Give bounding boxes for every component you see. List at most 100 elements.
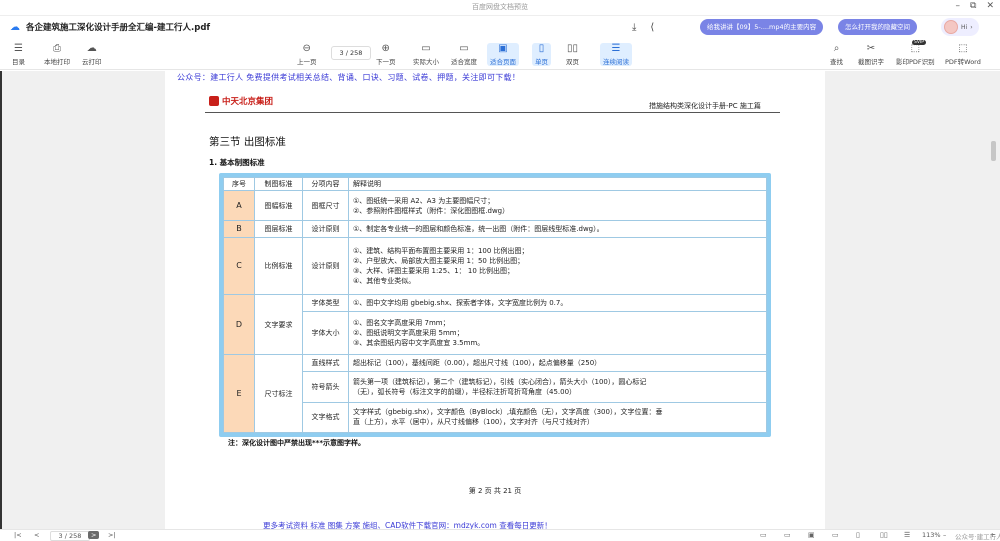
actual-size-label: 实际大小	[413, 58, 439, 66]
explanation-line: ②、图纸说明文字高度采用 5mm；	[353, 329, 464, 338]
row-subitem: 设计原则	[302, 237, 349, 295]
actual-size-button[interactable]: ▭ 实际大小	[413, 43, 439, 66]
actual-size-icon: ▭	[421, 43, 431, 54]
find-label: 查找	[830, 58, 843, 66]
cloud-print-button[interactable]: ☁ 云打印	[82, 43, 102, 66]
pdf-ocr-button[interactable]: ⬚ 影印PDF识别 SVIP	[896, 40, 935, 66]
table-row: B 图层标准 设计原则 ①、制定各专业统一的图层和颜色标准，统一出图（附件：图层…	[223, 220, 767, 239]
last-page-button[interactable]: >|	[108, 531, 116, 539]
cloud-printer-icon: ☁	[86, 43, 97, 54]
pdf-to-word-label: PDF转Word	[945, 58, 981, 66]
table-row: D 文字要求 字体类型 ①、图中文字均用 gbebig.shx、探索者字体，文字…	[223, 293, 767, 356]
view-mode-4-icon[interactable]: ▭	[832, 531, 839, 539]
next-page-button[interactable]: ⊕ 下一页	[376, 43, 396, 66]
cloud-print-label: 云打印	[82, 58, 102, 66]
explanation-line: 文字样式（gbebig.shx），文字颜色（ByBlock）,填充颜色（无），文…	[353, 408, 663, 417]
toc-button[interactable]: ☰ 目录	[12, 43, 25, 66]
page-input[interactable]: 3 / 258	[331, 46, 371, 60]
col-header-item: 分项内容	[302, 177, 349, 191]
double-page-label: 双页	[566, 58, 579, 66]
row-subitem: 图框尺寸	[302, 189, 349, 222]
arrow-left-circle-icon: ⊖	[302, 43, 311, 54]
restore-button[interactable]: ⧉	[970, 1, 976, 11]
fit-page-icon: ▣	[498, 43, 508, 54]
explanation-line: ①、图纸统一采用 A2、A3 为主要图幅尺寸；	[353, 196, 495, 205]
download-icon[interactable]: ⤓	[632, 22, 636, 33]
row-explanation: ①、建筑、结构平面布置图主要采用 1：100 比例出图； ②、户型放大、局部放大图…	[348, 237, 767, 295]
explanation-line: ①、建筑、结构平面布置图主要采用 1：100 比例出图；	[353, 247, 529, 256]
double-page-button[interactable]: ▯▯ 双页	[566, 43, 579, 66]
explanation-line: ②、参照附件图框样式（附件：深化图图框.dwg）	[353, 206, 510, 215]
view-mode-2-icon[interactable]: ▭	[784, 531, 791, 539]
explanation-line: ②、户型放大、局部放大图主要采用 1：50 比例出图；	[353, 257, 525, 266]
table-header-row: 序号 制图标准 分项内容 解释说明	[223, 177, 767, 191]
explanation-line: 超出标记（100），基线间距（0.00），超出尺寸线（100），起点偏移量（25…	[353, 359, 602, 368]
footer-link[interactable]: 更多考试资料 标准 图集 方案 施组、CAD软件下载官网：mdzyk.com 查…	[263, 520, 552, 529]
logo-text: 中天北京集团	[222, 97, 274, 107]
assistant-avatar[interactable]: Hi ›	[941, 18, 979, 36]
status-page-input[interactable]: 3 / 258	[50, 531, 90, 541]
explanation-line: ①、制定各专业统一的图层和颜色标准，统一出图（附件：图层线型标准.dwg）。	[353, 225, 604, 234]
subsection-title: 1. 基本制图标准	[209, 158, 265, 167]
screenshot-ocr-button[interactable]: ✂ 截图识字	[858, 43, 884, 66]
single-page-button[interactable]: ▯ 单页	[532, 43, 551, 66]
zoom-in-button[interactable]: +	[990, 531, 995, 539]
col-header-no: 序号	[223, 177, 255, 191]
document-header-bar: ☁ 各企建筑施工深化设计手册全汇编-建工行人.pdf ⤓ ⟨ 给我讲讲【09】5…	[0, 16, 1000, 40]
row-code: B	[223, 220, 255, 239]
row-subitem: 文字格式	[302, 401, 349, 434]
status-current-page: 3	[58, 532, 63, 540]
row-code: C	[223, 237, 255, 295]
fit-width-button[interactable]: ▭ 适合宽度	[451, 43, 477, 66]
row-subitem: 符号箭头	[302, 371, 349, 403]
fit-page-button[interactable]: ▣ 适合页面	[487, 43, 519, 66]
view-mode-3-icon[interactable]: ▣	[808, 531, 815, 539]
total-pages: / 258	[345, 49, 363, 57]
vertical-scrollbar[interactable]	[991, 141, 996, 461]
view-mode-7-icon[interactable]: ☰	[904, 531, 910, 539]
view-mode-1-icon[interactable]: ▭	[760, 531, 767, 539]
row-category: 文字要求	[254, 293, 303, 356]
explanation-line: ③、其余图纸内容中文字高度宜 3.5mm。	[353, 339, 485, 348]
single-page-label: 单页	[535, 58, 548, 66]
search-icon: ⌕	[833, 43, 840, 54]
section-title: 第三节 出图标准	[209, 136, 286, 148]
continuous-read-button[interactable]: ☰ 连续阅读	[600, 43, 632, 66]
find-button[interactable]: ⌕ 查找	[830, 43, 843, 66]
local-print-button[interactable]: ⎙ 本地打印	[44, 43, 70, 66]
first-page-button[interactable]: |<	[14, 531, 22, 539]
row-category: 尺寸标注	[254, 354, 303, 433]
ai-suggestion-pill-2[interactable]: 怎么打开我的隐藏空间	[838, 19, 917, 35]
baidu-netdisk-logo-icon: ☁	[10, 21, 20, 33]
viewer-toolbar: ☰ 目录 ⎙ 本地打印 ☁ 云打印 ⊖ 上一页 3 / 258 ⊕ 下一页 ▭ 实际大小 ▭…	[0, 40, 1000, 70]
view-mode-6-icon[interactable]: ▯▯	[880, 531, 888, 539]
col-header-standard: 制图标准	[254, 177, 303, 191]
pdf-to-word-button[interactable]: ⬚ PDF转Word	[945, 43, 981, 66]
row-explanation: ①、制定各专业统一的图层和颜色标准，统一出图（附件：图层线型标准.dwg）。	[348, 220, 767, 239]
zoom-level: 113%	[922, 531, 941, 539]
next-page-small-button[interactable]: >	[88, 531, 100, 539]
ai-suggestion-pill-1[interactable]: 给我讲讲【09】5-....mp4的主要内容	[700, 19, 824, 35]
row-category: 比例标准	[254, 237, 303, 295]
notice-text: 公众号：建工行人 免费提供考试相关总结、背诵、口诀、习题、试卷、押题，关注即可下…	[177, 73, 521, 82]
prev-page-button[interactable]: ⊖ 上一页	[297, 43, 317, 66]
document-viewer[interactable]: 公众号：建工行人 免费提供考试相关总结、背诵、口诀、习题、试卷、押题，关注即可下…	[0, 71, 1000, 529]
row-code: E	[223, 354, 255, 433]
minimize-button[interactable]: –	[956, 1, 961, 11]
explanation-line: 箭头第一项（建筑标记），第二个（建筑标记），引线（实心闭合），箭头大小（100）…	[353, 378, 647, 387]
share-icon[interactable]: ⟨	[650, 22, 654, 33]
row-subitem: 直线样式	[302, 354, 349, 373]
single-page-icon: ▯	[538, 43, 545, 54]
row-code: A	[223, 189, 255, 222]
scrollbar-thumb[interactable]	[991, 141, 996, 161]
view-mode-5-icon[interactable]: ▯	[856, 531, 860, 539]
row-explanation: 文字样式（gbebig.shx），文字颜色（ByBlock）,填充颜色（无），文…	[348, 401, 767, 434]
continuous-read-icon: ☰	[611, 43, 621, 54]
close-button[interactable]: ✕	[986, 1, 994, 11]
arrow-right-circle-icon: ⊕	[381, 43, 390, 54]
continuous-read-label: 连续阅读	[603, 58, 629, 66]
zoom-out-button[interactable]: –	[943, 531, 946, 539]
table-row: E 尺寸标注 直线样式 超出标记（100），基线间距（0.00），超出尺寸线（1…	[223, 354, 767, 433]
prev-page-small-button[interactable]: <	[34, 531, 39, 539]
screenshot-ocr-label: 截图识字	[858, 58, 884, 66]
